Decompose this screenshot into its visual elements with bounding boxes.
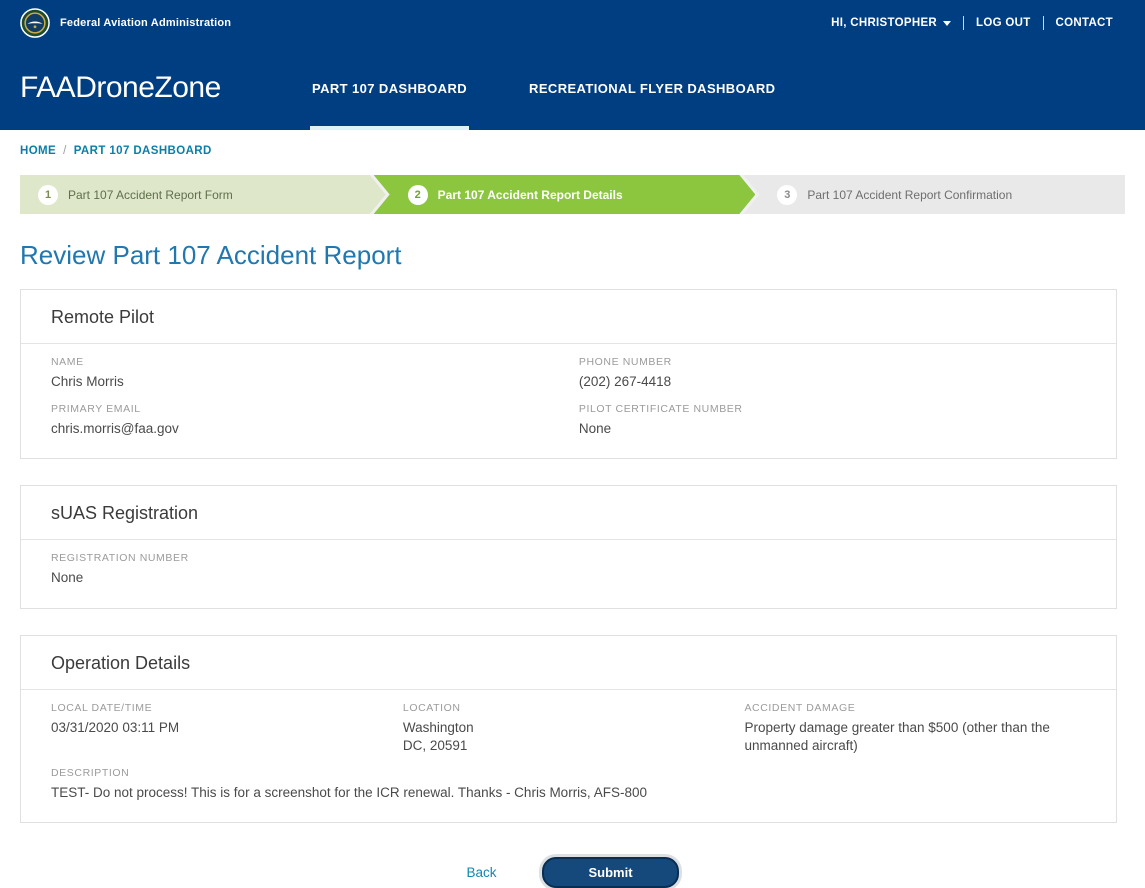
- operation-details-fields: LOCAL DATE/TIME 03/31/2020 03:11 PM LOCA…: [21, 690, 1116, 823]
- submit-button[interactable]: Submit: [542, 857, 678, 888]
- field-local-datetime: LOCAL DATE/TIME 03/31/2020 03:11 PM: [51, 702, 403, 755]
- field-label: LOCATION: [403, 702, 745, 714]
- logout-link[interactable]: LOG OUT: [964, 17, 1043, 29]
- field-label: PHONE NUMBER: [579, 356, 1086, 368]
- field-label: REGISTRATION NUMBER: [51, 552, 1086, 564]
- operation-details-title: Operation Details: [21, 636, 1116, 689]
- field-value: TEST- Do not process! This is for a scre…: [51, 784, 1086, 802]
- step-label: Part 107 Accident Report Confirmation: [807, 188, 1012, 202]
- field-label: DESCRIPTION: [51, 767, 1086, 779]
- contact-link[interactable]: CONTACT: [1044, 17, 1125, 29]
- field-value: 03/31/2020 03:11 PM: [51, 719, 403, 737]
- field-value: Chris Morris: [51, 373, 579, 391]
- agency-name: Federal Aviation Administration: [60, 17, 231, 29]
- tab-part107-dashboard[interactable]: PART 107 DASHBOARD: [310, 46, 469, 130]
- suas-registration-title: sUAS Registration: [21, 486, 1116, 539]
- field-description: DESCRIPTION TEST- Do not process! This i…: [51, 767, 1086, 802]
- field-label: PRIMARY EMAIL: [51, 403, 579, 415]
- field-phone-number: PHONE NUMBER (202) 267-4418: [579, 356, 1086, 391]
- top-bar: Federal Aviation Administration HI, CHRI…: [0, 0, 1145, 46]
- user-menu[interactable]: HI, CHRISTOPHER: [819, 17, 963, 29]
- operation-details-card: Operation Details LOCAL DATE/TIME 03/31/…: [20, 635, 1117, 824]
- field-label: ACCIDENT DAMAGE: [744, 702, 1086, 714]
- progress-stepper: 1 Part 107 Accident Report Form 2 Part 1…: [20, 175, 1125, 214]
- site-header: Federal Aviation Administration HI, CHRI…: [0, 0, 1145, 130]
- breadcrumb-current-link[interactable]: PART 107 DASHBOARD: [74, 145, 212, 157]
- step-label: Part 107 Accident Report Details: [438, 188, 623, 202]
- step-number: 1: [38, 185, 58, 205]
- step-number: 3: [777, 185, 797, 205]
- step-label: Part 107 Accident Report Form: [68, 188, 233, 202]
- field-label: LOCAL DATE/TIME: [51, 702, 403, 714]
- brand-bar: FAADroneZone PART 107 DASHBOARD RECREATI…: [0, 46, 1145, 130]
- field-location: LOCATION Washington DC, 20591: [403, 702, 745, 755]
- primary-nav: PART 107 DASHBOARD RECREATIONAL FLYER DA…: [310, 46, 835, 130]
- site-logo[interactable]: FAADroneZone: [20, 46, 255, 130]
- field-accident-damage: ACCIDENT DAMAGE Property damage greater …: [744, 702, 1086, 755]
- remote-pilot-card: Remote Pilot NAME Chris Morris PHONE NUM…: [20, 289, 1117, 459]
- field-primary-email: PRIMARY EMAIL chris.morris@faa.gov: [51, 403, 579, 438]
- step-number: 2: [408, 185, 428, 205]
- tab-recreational-flyer-dashboard[interactable]: RECREATIONAL FLYER DASHBOARD: [527, 46, 777, 130]
- step-accident-report-details: 2 Part 107 Accident Report Details: [374, 175, 756, 214]
- user-menu-area: HI, CHRISTOPHER LOG OUT CONTACT: [819, 16, 1125, 30]
- form-actions: Back Submit: [0, 857, 1145, 888]
- remote-pilot-fields: NAME Chris Morris PHONE NUMBER (202) 267…: [21, 344, 1116, 458]
- field-value: Washington DC, 20591: [403, 719, 745, 755]
- back-button[interactable]: Back: [466, 865, 496, 880]
- field-value: (202) 267-4418: [579, 373, 1086, 391]
- caret-down-icon: [943, 21, 951, 26]
- remote-pilot-title: Remote Pilot: [21, 290, 1116, 343]
- page-title: Review Part 107 Accident Report: [20, 240, 1125, 271]
- field-value: None: [51, 569, 1086, 587]
- agency-branding: Federal Aviation Administration: [20, 8, 231, 38]
- field-value: chris.morris@faa.gov: [51, 420, 579, 438]
- breadcrumb-home-link[interactable]: HOME: [20, 145, 56, 157]
- faa-seal-icon: [20, 8, 50, 38]
- suas-registration-card: sUAS Registration REGISTRATION NUMBER No…: [20, 485, 1117, 608]
- field-pilot-certificate-number: PILOT CERTIFICATE NUMBER None: [579, 403, 1086, 438]
- field-value: Property damage greater than $500 (other…: [744, 719, 1086, 755]
- step-accident-report-confirmation: 3 Part 107 Accident Report Confirmation: [743, 175, 1125, 214]
- suas-registration-fields: REGISTRATION NUMBER None: [21, 540, 1116, 607]
- step-accident-report-form: 1 Part 107 Accident Report Form: [20, 175, 386, 214]
- field-value: None: [579, 420, 1086, 438]
- field-label: PILOT CERTIFICATE NUMBER: [579, 403, 1086, 415]
- field-registration-number: REGISTRATION NUMBER None: [51, 552, 1086, 587]
- field-name: NAME Chris Morris: [51, 356, 579, 391]
- breadcrumb-separator: /: [63, 145, 67, 157]
- user-greeting: HI, CHRISTOPHER: [831, 17, 937, 29]
- breadcrumb: HOME / PART 107 DASHBOARD: [0, 130, 1145, 167]
- field-label: NAME: [51, 356, 579, 368]
